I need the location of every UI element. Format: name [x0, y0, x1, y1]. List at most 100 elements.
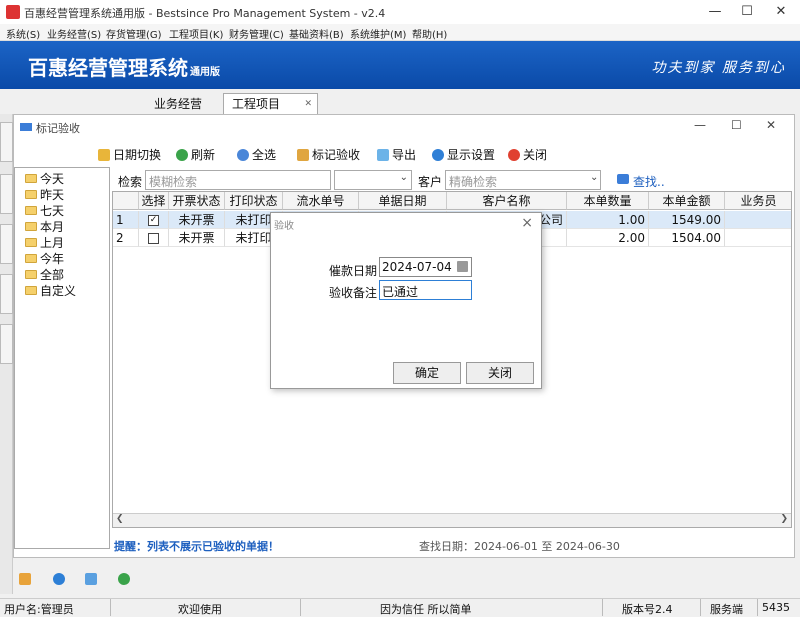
power-icon[interactable]	[118, 573, 130, 585]
invoice-status-cell: 未开票	[169, 211, 225, 229]
checkbox[interactable]	[148, 233, 159, 244]
row-number-header	[113, 192, 139, 210]
tab-bar: 业务经营 工程项目 ✕	[0, 89, 800, 114]
search-icon[interactable]	[85, 573, 97, 585]
tree-item-last-month[interactable]: 上月	[25, 234, 64, 251]
column-header[interactable]: 打印状态	[225, 192, 283, 210]
tab-projects[interactable]: 工程项目 ✕	[223, 93, 318, 114]
tip-text: 提醒：列表不展示已验收的单据！	[114, 540, 279, 553]
row-checkbox[interactable]	[139, 229, 169, 247]
status-separator	[757, 599, 758, 616]
date-toggle-button[interactable]: 日期切换	[98, 146, 161, 163]
amount-cell: 1504.00	[649, 229, 725, 247]
date-value: 2024-07-04	[382, 260, 452, 274]
dialog-close-icon[interactable]: ×	[521, 215, 533, 231]
dialog-title: 验收	[274, 221, 294, 232]
tree-item-this-month[interactable]: 本月	[25, 218, 64, 235]
window-icon	[20, 123, 32, 131]
column-header[interactable]: 选择	[139, 192, 169, 210]
row-number: 2	[113, 229, 139, 247]
title-bar: 百惠经营管理系统通用版 - Bestsince Pro Management S…	[0, 0, 800, 24]
menu-inventory[interactable]: 存货管理(G)	[106, 26, 162, 41]
close-button[interactable]: 关闭	[508, 146, 547, 163]
menu-help[interactable]: 帮助(H)	[412, 26, 447, 41]
inner-maximize-button[interactable]: ☐	[731, 118, 742, 132]
status-separator	[110, 599, 111, 616]
maximize-button[interactable]: ☐	[730, 0, 764, 24]
tree-item-label: 自定义	[40, 284, 77, 298]
mark-accept-button[interactable]: 标记验收	[297, 146, 360, 163]
find-link[interactable]: 查找..	[633, 173, 665, 190]
dialog-close-button[interactable]: 关闭	[466, 362, 534, 384]
mark-icon	[297, 148, 309, 161]
tree-item-custom[interactable]: 自定义	[25, 282, 76, 299]
dock-slot	[0, 274, 13, 314]
mark-accept-label: 标记验收	[312, 148, 361, 162]
tab-business[interactable]: 业务经营	[145, 93, 219, 114]
column-header[interactable]: 单据日期	[359, 192, 447, 210]
minimize-button[interactable]: —	[698, 0, 732, 24]
close-window-button[interactable]: ✕	[764, 0, 798, 24]
dock-slot	[0, 224, 13, 264]
note-label: 验收备注	[329, 286, 378, 300]
select-all-button[interactable]: 全选	[237, 146, 276, 163]
status-separator	[300, 599, 301, 616]
clock-icon[interactable]	[53, 573, 65, 585]
quantity-cell: 2.00	[567, 229, 649, 247]
column-header[interactable]: 流水单号	[283, 192, 359, 210]
tree-item-label: 七天	[40, 204, 65, 218]
key-icon[interactable]	[19, 573, 31, 585]
column-header[interactable]: 本单数量	[567, 192, 649, 210]
folder-icon	[25, 254, 37, 263]
folder-icon	[25, 174, 37, 183]
quick-launch-bar	[0, 567, 800, 591]
refresh-button[interactable]: 刷新	[176, 146, 215, 163]
menu-basic-data[interactable]: 基础资料(B)	[289, 26, 344, 41]
column-header[interactable]: 业务员	[725, 192, 791, 210]
customer-label: 客户	[418, 175, 443, 189]
scroll-left-icon[interactable]: ❮	[116, 514, 124, 524]
display-settings-button[interactable]: 显示设置	[432, 146, 495, 163]
tree-item-all[interactable]: 全部	[25, 266, 64, 283]
inner-minimize-button[interactable]: —	[694, 118, 706, 132]
tab-business-label: 业务经营	[154, 97, 203, 111]
tab-close-icon[interactable]: ✕	[304, 94, 312, 114]
column-header[interactable]: 开票状态	[169, 192, 225, 210]
tree-item-seven-days[interactable]: 七天	[25, 202, 64, 219]
menu-system[interactable]: 系统(S)	[6, 26, 40, 41]
horizontal-scrollbar[interactable]: ❮ ❯	[113, 513, 791, 527]
tree-item-yesterday[interactable]: 昨天	[25, 186, 64, 203]
export-button[interactable]: 导出	[377, 146, 416, 163]
ok-button[interactable]: 确定	[393, 362, 461, 384]
date-picker[interactable]: 2024-07-04	[379, 257, 472, 277]
checkbox[interactable]: ✓	[148, 215, 159, 226]
invoice-status-cell: 未开票	[169, 229, 225, 247]
scroll-right-icon[interactable]: ❯	[780, 514, 788, 524]
column-header[interactable]: 客户名称	[447, 192, 567, 210]
row-number: 1	[113, 211, 139, 229]
tree-item-today[interactable]: 今天	[25, 170, 64, 187]
menu-finance[interactable]: 财务管理(C)	[229, 26, 284, 41]
menu-projects[interactable]: 工程项目(K)	[169, 26, 223, 41]
dock-slot	[0, 174, 13, 214]
calendar-dropdown-icon[interactable]	[457, 261, 468, 272]
note-input[interactable]: 已通过	[379, 280, 472, 300]
brand-edition: 通用版	[190, 67, 220, 78]
row-checkbox[interactable]: ✓	[139, 211, 169, 229]
inner-close-button[interactable]: ✕	[766, 118, 776, 132]
fuzzy-search-input[interactable]: 模糊检索	[145, 170, 331, 190]
search-field-select[interactable]: ⌄	[334, 170, 412, 190]
accept-dialog: 验收 × 催款日期 2024-07-04 验收备注 已通过 确定 关闭	[270, 212, 542, 389]
folder-icon	[25, 190, 37, 199]
search-icon	[617, 174, 629, 184]
brand-banner: 百惠经营管理系统 通用版 功夫到家 服务到心	[0, 41, 800, 89]
salesman-cell	[725, 229, 791, 247]
menu-maintenance[interactable]: 系统维护(M)	[350, 26, 406, 41]
tree-item-this-year[interactable]: 今年	[25, 250, 64, 267]
menu-business[interactable]: 业务经营(S)	[47, 26, 101, 41]
column-header[interactable]: 本单金额	[649, 192, 725, 210]
folder-icon	[25, 206, 37, 215]
export-icon	[377, 148, 389, 161]
status-bar: 用户名:管理员 欢迎使用 因为信任 所以简单 版本号2.4 服务端 5435	[0, 598, 800, 616]
exact-search-input[interactable]: 精确检索	[445, 170, 601, 190]
